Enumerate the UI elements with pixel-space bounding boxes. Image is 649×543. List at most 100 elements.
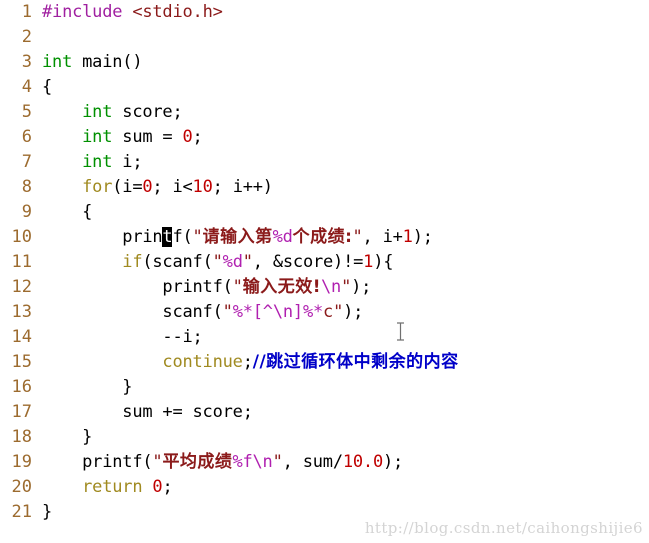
token-plain: , i+ (362, 227, 403, 247)
token-quote: " (272, 452, 283, 472)
token-number: 10.0 (342, 452, 383, 472)
token-function: printf( (162, 277, 233, 297)
token-number: 1 (363, 252, 374, 272)
line-number: 6 (21, 127, 32, 147)
token-number: 10 (192, 177, 213, 197)
line-content[interactable]: #include <stdio.h> (42, 0, 223, 25)
line-content[interactable]: for(i=0; i<10; i++) (42, 175, 273, 200)
line-number: 14 (11, 327, 32, 347)
token-keyword: if (122, 252, 143, 272)
line-content[interactable]: continue;//跳过循环体中剩余的内容 (42, 350, 459, 375)
watermark-text: http://blog.csdn.net/caihongshijie6 (364, 519, 643, 537)
token-quote: " (352, 227, 363, 247)
line-number: 18 (11, 427, 32, 447)
line-content[interactable]: { (42, 200, 92, 225)
line-number: 12 (11, 277, 32, 297)
code-line[interactable]: 16 } (0, 375, 649, 400)
token-function: f( (172, 227, 193, 247)
text-caret: t (162, 227, 173, 247)
code-line[interactable]: 10 printf("请输入第%d个成绩:", i+1); (0, 225, 649, 250)
token-keyword: return (82, 477, 143, 497)
token-comment: //跳过循环体中剩余的内容 (252, 352, 459, 372)
token-function: prin (122, 227, 163, 247)
line-number: 11 (11, 252, 32, 272)
token-number: 1 (402, 227, 413, 247)
code-line[interactable]: 15 continue;//跳过循环体中剩余的内容 (0, 350, 649, 375)
line-content[interactable]: int i; (42, 150, 142, 175)
line-content[interactable]: printf("输入无效!\n"); (42, 275, 371, 300)
token-quote: " (341, 277, 352, 297)
token-number: 0 (152, 477, 163, 497)
line-number: 20 (11, 477, 32, 497)
token-string-cjk: 个成绩: (292, 227, 353, 247)
line-content[interactable]: scanf("%*[^\n]%*c"); (42, 300, 363, 325)
code-line[interactable]: 13 scanf("%*[^\n]%*c"); (0, 300, 649, 325)
token-preprocessor: #include (42, 2, 133, 22)
code-line[interactable]: 4 { (0, 75, 649, 100)
token-plain: (i= (112, 177, 143, 197)
token-type: int (42, 52, 73, 72)
token-format-conversion: c (323, 302, 334, 322)
line-content[interactable]: int sum = 0; (42, 125, 203, 150)
token-plain: ); (412, 227, 433, 247)
code-line[interactable]: 2 (0, 25, 649, 50)
code-line[interactable]: 8 for(i=0; i<10; i++) (0, 175, 649, 200)
line-content[interactable]: --i; (42, 325, 202, 350)
token-function: scanf( (162, 302, 223, 322)
line-content[interactable]: printf("请输入第%d个成绩:", i+1); (42, 225, 433, 250)
token-string-cjk: 输入无效! (242, 277, 321, 297)
line-content[interactable]: if(scanf("%d", &score)!=1){ (42, 250, 393, 275)
code-line[interactable]: 18 } (0, 425, 649, 450)
line-number: 8 (21, 177, 32, 197)
line-content[interactable]: sum += score; (42, 400, 253, 425)
line-number: 13 (11, 302, 32, 322)
token-plain: , &score)!= (252, 252, 364, 272)
line-content[interactable]: } (42, 425, 92, 450)
line-content[interactable]: { (42, 75, 52, 100)
line-content[interactable]: int main() (42, 50, 143, 75)
code-line[interactable]: 19 printf("平均成绩%f\n", sum/10.0); (0, 450, 649, 475)
code-line[interactable]: 14 --i; (0, 325, 649, 350)
line-content[interactable]: } (42, 500, 52, 525)
line-number: 3 (21, 52, 32, 72)
code-line[interactable]: 17 sum += score; (0, 400, 649, 425)
code-line[interactable]: 7 int i; (0, 150, 649, 175)
line-number: 5 (21, 102, 32, 122)
code-line[interactable]: 11 if(scanf("%d", &score)!=1){ (0, 250, 649, 275)
token-plain: ; (242, 352, 253, 372)
token-plain: sum = (112, 127, 183, 147)
code-line[interactable]: 12 printf("输入无效!\n"); (0, 275, 649, 300)
token-plain: ){ (373, 252, 394, 272)
token-format-specifier: %* (232, 302, 253, 322)
token-keyword: for (82, 177, 113, 197)
code-line[interactable]: 5 int score; (0, 100, 649, 125)
line-number: 15 (11, 352, 32, 372)
line-content[interactable]: } (42, 375, 132, 400)
code-line[interactable]: 1 #include <stdio.h> (0, 0, 649, 25)
code-line[interactable]: 6 int sum = 0; (0, 125, 649, 150)
token-keyword: continue (162, 352, 243, 372)
code-line[interactable]: 3 int main() (0, 50, 649, 75)
token-quote: " (242, 252, 253, 272)
token-function: printf( (82, 452, 153, 472)
token-type: int (82, 102, 113, 122)
token-plain: ); (383, 452, 404, 472)
token-quote: " (232, 277, 243, 297)
line-content[interactable]: printf("平均成绩%f\n", sum/10.0); (42, 450, 403, 475)
code-line[interactable]: 9 { (0, 200, 649, 225)
code-line[interactable]: 20 return 0; (0, 475, 649, 500)
line-content[interactable]: int score; (42, 100, 183, 125)
line-content[interactable]: return 0; (42, 475, 173, 500)
token-string-cjk: 平均成绩 (162, 452, 233, 472)
token-plain: (scanf( (142, 252, 213, 272)
token-type: int (82, 127, 113, 147)
